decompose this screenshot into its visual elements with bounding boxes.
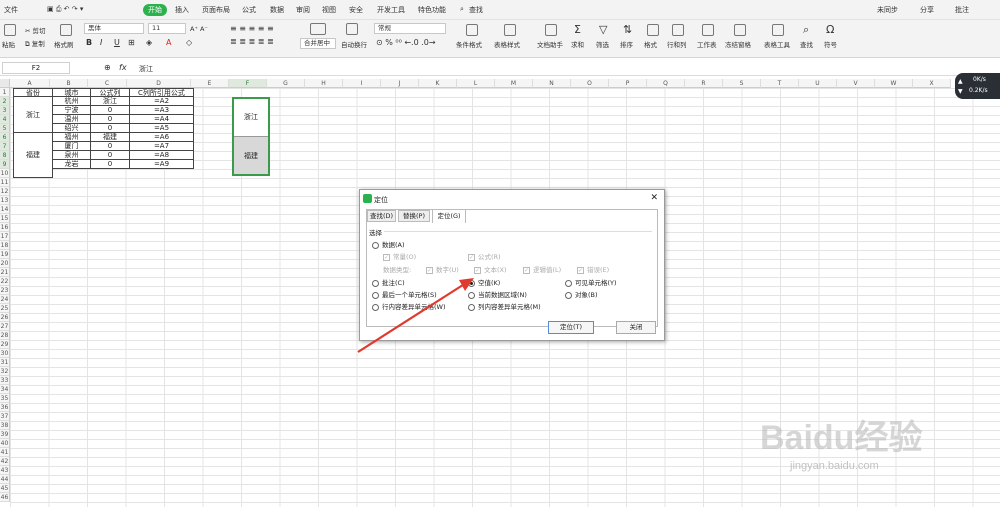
watermark-logo: Baidu经验 xyxy=(760,419,923,457)
watermark-url: jingyan.baidu.com xyxy=(790,460,879,472)
